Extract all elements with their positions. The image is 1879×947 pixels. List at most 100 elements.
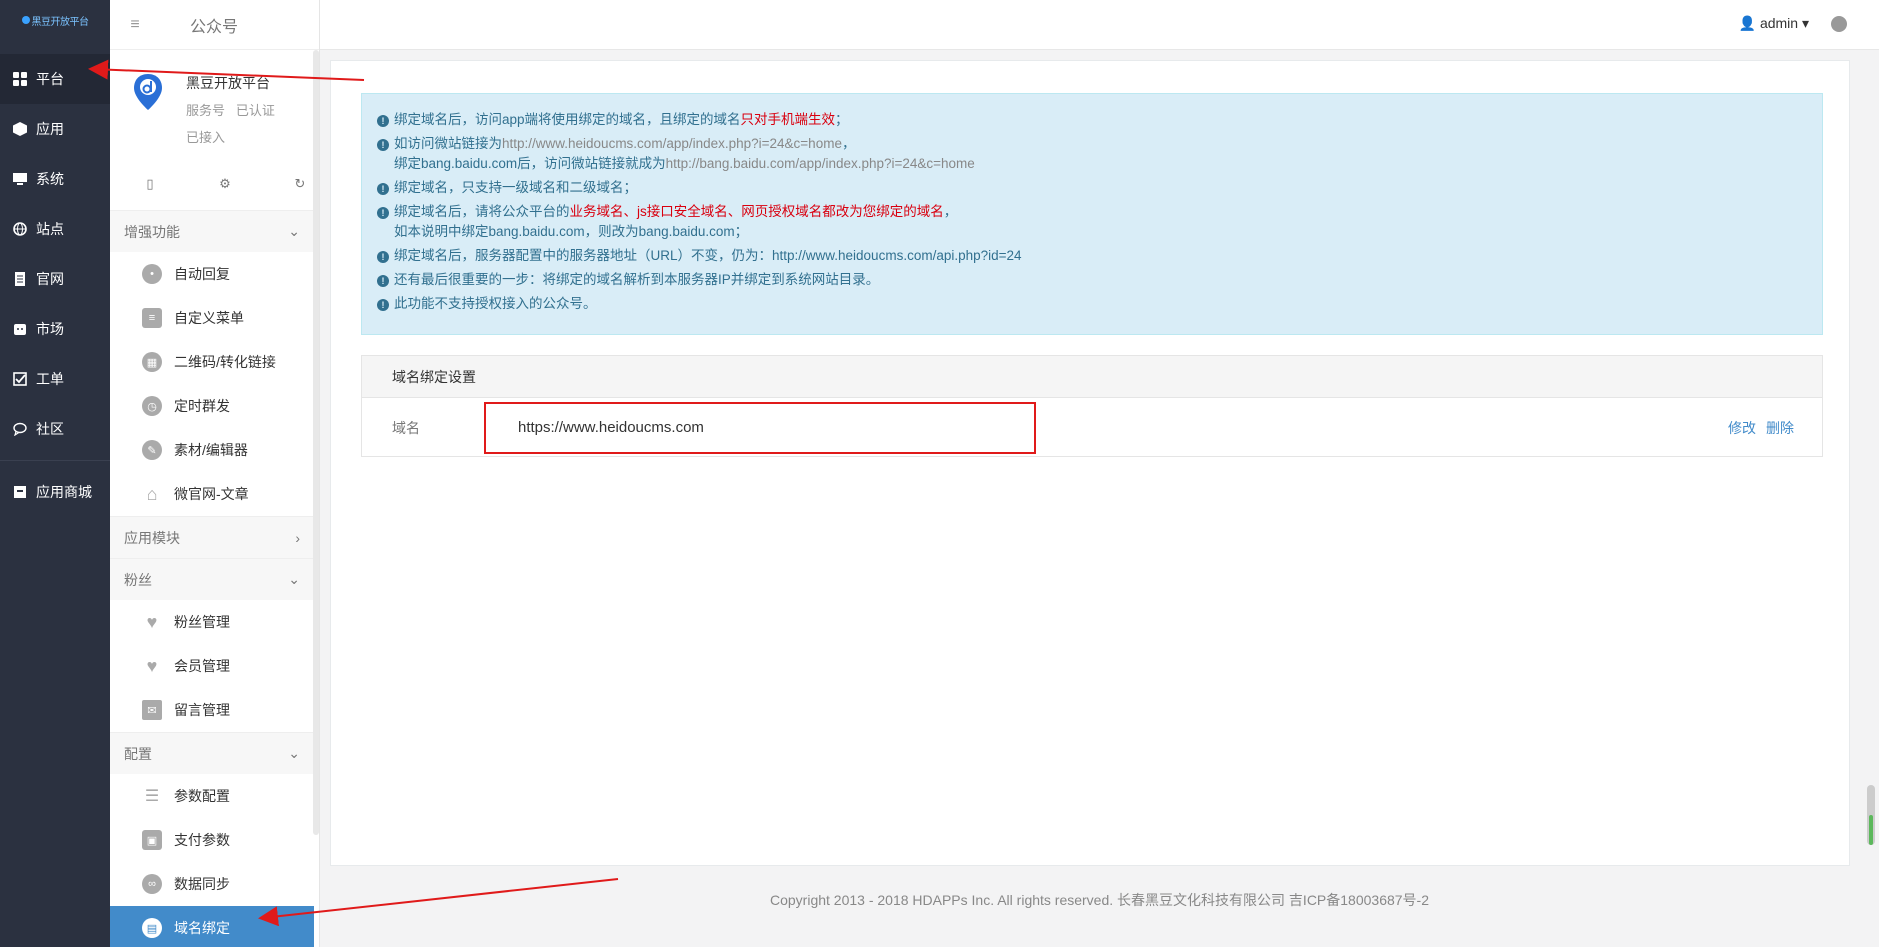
alert-text: 此功能不支持授权接入的公众号。 xyxy=(394,296,597,311)
delete-link[interactable]: 删除 xyxy=(1766,420,1794,436)
menu-label: 素材/编辑器 xyxy=(174,442,248,458)
account-logo-icon xyxy=(134,74,162,110)
menu-label: 定时群发 xyxy=(174,398,230,414)
envelope-icon: ✉ xyxy=(142,700,162,720)
checkbox-icon xyxy=(12,371,28,387)
document-icon xyxy=(12,271,28,287)
alert-text: ， xyxy=(943,204,958,219)
username: admin xyxy=(1759,15,1799,31)
nav-label: 应用商城 xyxy=(36,484,92,500)
group-enhance[interactable]: 增强功能 ⌄ xyxy=(110,210,314,252)
menu-item-sync[interactable]: ∞ 数据同步 xyxy=(110,862,314,906)
group-title: 增强功能 xyxy=(124,223,180,240)
info-icon: ! xyxy=(377,299,389,311)
chevron-down-icon: ⌄ xyxy=(288,223,300,239)
group-config[interactable]: 配置 ⌄ xyxy=(110,732,314,774)
menu-item-qrcode[interactable]: ▦ 二维码/转化链接 xyxy=(110,340,314,384)
domain-panel: 域名绑定设置 域名 https://www.heidoucms.com 修改 删除 xyxy=(361,355,1823,457)
monitor-icon xyxy=(12,171,28,187)
nav-item-community[interactable]: 社区 xyxy=(0,404,110,454)
nav-item-platform[interactable]: 平台 xyxy=(0,54,110,104)
edit-doc-icon: ≡ xyxy=(142,308,162,328)
nav-label: 系统 xyxy=(36,171,64,187)
nav-item-app[interactable]: 应用 xyxy=(0,104,110,154)
account-status: 已接入 xyxy=(186,130,226,145)
menu-label: 参数配置 xyxy=(174,788,230,804)
menu-item-domain-binding[interactable]: ▤ 域名绑定 xyxy=(110,906,314,947)
nav-item-system[interactable]: 系统 xyxy=(0,154,110,204)
chevron-down-icon: ⌄ xyxy=(288,745,300,761)
sidebar-scrollbar[interactable] xyxy=(313,50,319,835)
shop-icon xyxy=(12,321,28,337)
refresh-icon[interactable]: ↻ xyxy=(290,176,310,192)
info-icon: ! xyxy=(377,115,389,127)
cube-icon xyxy=(12,121,28,137)
alert-text: 还有最后很重要的一步：将绑定的域名解析到本服务器IP并绑定到系统网站目录。 xyxy=(394,272,880,287)
store-icon xyxy=(12,484,28,500)
alert-text: 绑定域名后，请将公众平台的 xyxy=(394,204,570,219)
page-scrollbar[interactable] xyxy=(1867,55,1875,855)
account-type: 服务号 xyxy=(186,103,226,118)
menu-list: 增强功能 ⌄ • 自动回复 ≡ 自定义菜单 ▦ 二维码/转化链接 ◷ 定时群发 ✎ 素材/编… xyxy=(110,210,314,947)
menu-item-params[interactable]: ☰ 参数配置 xyxy=(110,774,314,818)
nav-item-ticket[interactable]: 工单 xyxy=(0,354,110,404)
menu-item-auto-reply[interactable]: • 自动回复 xyxy=(110,252,314,296)
logo-text: 黑豆开放平台 xyxy=(31,16,90,28)
alert-url: http://bang.baidu.com/app/index.php?i=24… xyxy=(665,156,975,171)
info-icon: ! xyxy=(377,275,389,287)
nav-label: 工单 xyxy=(36,371,64,387)
account-tools: ▯ ⚙ ↻ xyxy=(140,176,310,192)
menu-item-payment[interactable]: ▣ 支付参数 xyxy=(110,818,314,862)
menu-item-fans[interactable]: ♥ 粉丝管理 xyxy=(110,600,314,644)
alert-text: 绑定域名后，服务器配置中的服务器地址（URL）不变，仍为：http://www.… xyxy=(394,248,1022,263)
home-icon: ⌂ xyxy=(146,483,158,504)
menu-label: 数据同步 xyxy=(174,876,230,892)
domain-label: 域名 xyxy=(392,420,420,436)
menu-item-material[interactable]: ✎ 素材/编辑器 xyxy=(110,428,314,472)
user-menu[interactable]: 👤 admin ▾ xyxy=(1739,15,1809,32)
qrcode-icon: ▦ xyxy=(142,352,162,372)
pencil-icon: ✎ xyxy=(142,440,162,460)
account-name: 黑豆开放平台 xyxy=(186,75,270,91)
alert-text: 绑定域名，只支持一级域名和二级域名； xyxy=(394,180,637,195)
alert-text: 如本说明中绑定bang.baidu.com，则改为bang.baidu.com； xyxy=(394,224,749,239)
gear-icon[interactable]: ⚙ xyxy=(215,176,235,192)
nav-item-website[interactable]: 官网 xyxy=(0,254,110,304)
info-icon: ! xyxy=(377,139,389,151)
nav-label: 应用 xyxy=(36,121,64,137)
logo[interactable]: 黑豆开放平台 xyxy=(0,0,110,40)
menu-label: 自动回复 xyxy=(174,266,230,282)
mobile-icon[interactable]: ▯ xyxy=(140,176,160,192)
nav-item-market[interactable]: 市场 xyxy=(0,304,110,354)
group-title: 粉丝 xyxy=(124,571,152,588)
nav-label: 平台 xyxy=(36,71,64,87)
menu-item-scheduled[interactable]: ◷ 定时群发 xyxy=(110,384,314,428)
power-icon[interactable] xyxy=(1831,16,1847,32)
nav-label: 站点 xyxy=(36,221,64,237)
nav-item-site[interactable]: 站点 xyxy=(0,204,110,254)
account-verified: 已认证 xyxy=(235,103,275,118)
row-actions: 修改 删除 xyxy=(1718,418,1794,438)
logo-icon xyxy=(21,16,30,24)
group-fans[interactable]: 粉丝 ⌄ xyxy=(110,558,314,600)
account-info: 黑豆开放平台 服务号 已认证 已接入 xyxy=(186,70,275,151)
menu-item-microsite[interactable]: ⌂ 微官网-文章 xyxy=(110,472,314,516)
list-icon: ☰ xyxy=(144,788,160,805)
menu-toggle-icon[interactable]: ≡ xyxy=(110,16,160,34)
menu-item-members[interactable]: ♥ 会员管理 xyxy=(110,644,314,688)
domain-row: 域名 https://www.heidoucms.com 修改 删除 xyxy=(362,398,1822,456)
sub-header: ≡ 公众号 xyxy=(110,0,319,50)
menu-label: 会员管理 xyxy=(174,658,230,674)
left-nav: 黑豆开放平台 平台 应用 系统 站点 官网 市场 工单 社区 应用商城 xyxy=(0,0,110,947)
nav-divider xyxy=(0,460,110,461)
edit-link[interactable]: 修改 xyxy=(1728,420,1756,436)
top-bar: 👤 admin ▾ xyxy=(320,0,1879,50)
card-icon: ▣ xyxy=(142,830,162,850)
menu-item-custom-menu[interactable]: ≡ 自定义菜单 xyxy=(110,296,314,340)
menu-label: 二维码/转化链接 xyxy=(174,354,276,370)
sub-sidebar: ≡ 公众号 黑豆开放平台 服务号 已认证 已接入 ▯ ⚙ ↻ 增强功能 ⌄ • 自动… xyxy=(110,0,320,947)
nav-item-app-store[interactable]: 应用商城 xyxy=(0,467,110,517)
menu-label: 自定义菜单 xyxy=(174,310,244,326)
group-modules[interactable]: 应用模块 › xyxy=(110,516,314,558)
menu-item-messages[interactable]: ✉ 留言管理 xyxy=(110,688,314,732)
